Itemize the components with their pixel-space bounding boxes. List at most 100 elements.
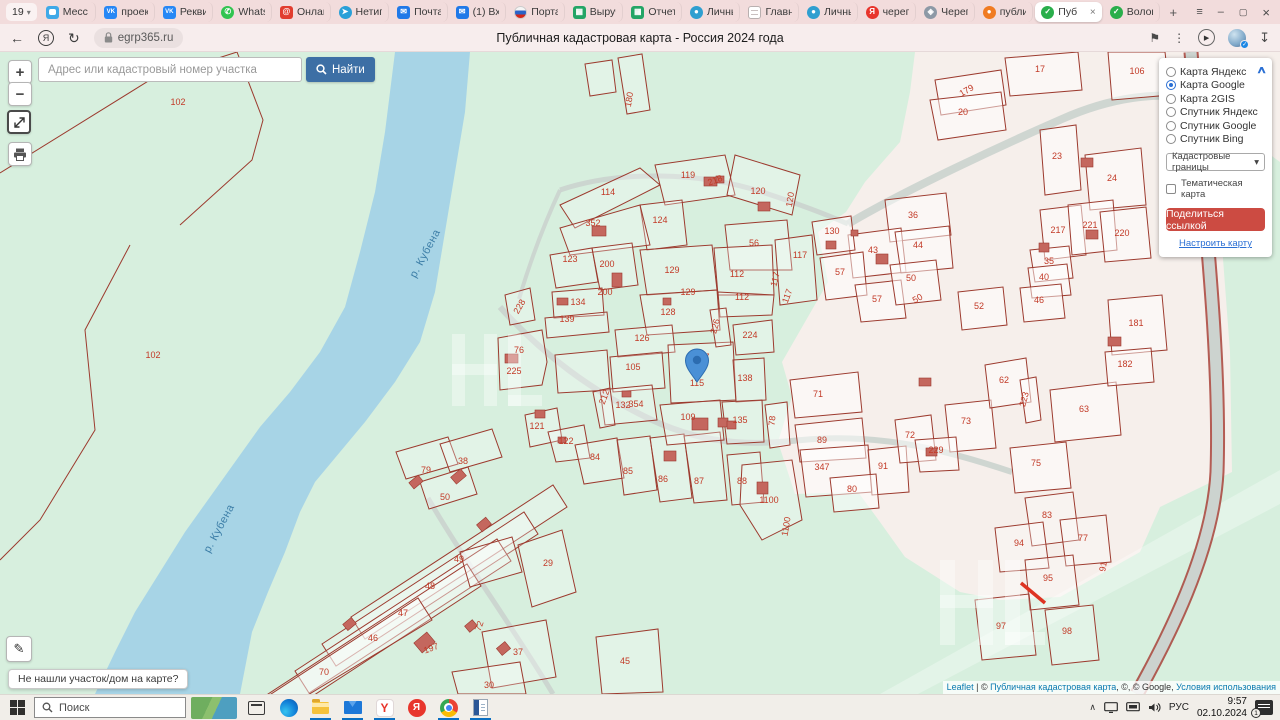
layer-option-1[interactable]: Карта Яндекс — [1166, 65, 1265, 79]
tab-9[interactable]: Порта — [508, 2, 565, 22]
layer-option-5[interactable]: Спутник Google — [1166, 119, 1265, 133]
yandex-icon: Я — [866, 6, 879, 19]
measure-tool-button[interactable] — [7, 110, 31, 134]
parcel-number-label: 130 — [824, 226, 839, 236]
tab-5[interactable]: @Онлай — [274, 2, 331, 22]
layer-option-3[interactable]: Карта 2GIS — [1166, 92, 1265, 106]
tab-11[interactable]: ▦Отчет — [625, 2, 682, 22]
tab-18[interactable]: ✓Пуб× — [1035, 2, 1101, 22]
messenger-icon — [46, 6, 59, 19]
parcel-number-label: 40 — [1039, 272, 1049, 282]
weather-widget[interactable] — [191, 697, 237, 719]
taskbar-item-edge[interactable] — [273, 695, 304, 720]
yandex-home-icon[interactable]: Я — [38, 30, 54, 46]
extensions-menu-icon[interactable]: ⋮ — [1173, 31, 1185, 45]
parcel-number-label: 91 — [878, 461, 888, 471]
parcel-number-label: 87 — [694, 476, 704, 486]
taskbar-search[interactable]: Поиск — [34, 697, 186, 718]
find-button[interactable]: Найти — [306, 57, 375, 82]
collapse-panel-icon[interactable]: ∧ — [1256, 65, 1267, 76]
parcel-number-label: 38 — [458, 456, 468, 466]
radio-icon[interactable] — [1166, 94, 1176, 104]
notification-center-icon[interactable]: 1 — [1255, 700, 1273, 715]
reload-icon[interactable]: ↻ — [68, 31, 80, 45]
print-button[interactable] — [8, 142, 32, 166]
minimize-icon[interactable]: – — [1218, 7, 1224, 18]
speaker-icon[interactable] — [1148, 702, 1161, 713]
configure-map-link[interactable]: Настроить карту — [1166, 238, 1265, 249]
leaflet-link[interactable]: Leaflet — [947, 682, 974, 692]
radio-icon[interactable] — [1166, 134, 1176, 144]
terms-link[interactable]: Условия использования — [1176, 682, 1276, 692]
search-placeholder: Адрес или кадастровый номер участка — [48, 64, 257, 76]
close-icon[interactable]: × — [1262, 6, 1270, 19]
draw-tool-button[interactable]: ✎ — [6, 636, 32, 662]
tab-close-icon[interactable]: × — [1088, 7, 1096, 18]
download-icon[interactable]: ↧ — [1259, 30, 1270, 46]
taskbar-item-word[interactable] — [465, 695, 496, 720]
tab-6[interactable]: ➤Нетип — [333, 2, 390, 22]
pkk-link[interactable]: Публичная кадастровая карта — [990, 682, 1116, 692]
tab-3[interactable]: VKРекви — [157, 2, 214, 22]
radio-icon[interactable] — [1166, 121, 1176, 131]
parcel-number-label: 224 — [742, 330, 757, 340]
tab-1[interactable]: Месс — [40, 2, 97, 22]
layer-option-4[interactable]: Спутник Яндекс — [1166, 106, 1265, 120]
tab-counter[interactable]: 19 ▾ — [6, 3, 37, 21]
tab-10[interactable]: ▦Выруч — [567, 2, 624, 22]
video-play-icon[interactable]: ▶ — [1198, 29, 1215, 46]
tab-15[interactable]: Ячереп — [860, 2, 917, 22]
tab-14[interactable]: ●Личны — [801, 2, 858, 22]
avatar[interactable]: ✓ — [1228, 29, 1246, 47]
tab-12[interactable]: ●Личны — [684, 2, 741, 22]
tab-16[interactable]: ◈Череп — [918, 2, 975, 22]
tab-2[interactable]: VKпроек — [98, 2, 155, 22]
parcel-number-label: 1100 — [759, 495, 778, 505]
taskbar-clock[interactable]: 9:57 02.10.2024 — [1197, 696, 1247, 720]
thematic-checkbox-row[interactable]: Тематическая карта — [1166, 178, 1265, 200]
parcel-number-label: 45 — [620, 656, 630, 666]
tab-4[interactable]: ✆Whats — [215, 2, 272, 22]
layers-panel: ∧ Карта ЯндексКарта GoogleКарта 2GISСпут… — [1159, 58, 1272, 257]
language-indicator[interactable]: РУС — [1169, 702, 1189, 713]
tab-7[interactable]: ✉Почта — [391, 2, 448, 22]
tab-19[interactable]: ✓Волог — [1104, 2, 1161, 22]
layer-option-6[interactable]: Спутник Bing — [1166, 133, 1265, 147]
share-link-button[interactable]: Поделиться ссылкой — [1166, 208, 1265, 231]
new-tab-button[interactable]: + — [1163, 5, 1183, 20]
radio-selected-icon[interactable] — [1166, 80, 1176, 90]
help-tooltip[interactable]: Не нашли участок/дом на карте? — [8, 669, 188, 689]
tab-8[interactable]: ✉(1) Вхо — [450, 2, 507, 22]
boundaries-select[interactable]: Кадастровые границы ▾ — [1166, 153, 1265, 171]
task-view-button[interactable] — [241, 695, 272, 720]
radio-icon[interactable] — [1166, 67, 1176, 77]
map-canvas[interactable]: 1021021141192181201201243525612320020012… — [0, 52, 1280, 694]
zoom-in-button[interactable]: + — [8, 60, 32, 84]
parcel-number-label: 84 — [590, 452, 600, 462]
display-icon[interactable] — [1104, 702, 1118, 713]
taskbar-item-explorer[interactable] — [305, 695, 336, 720]
tab-17[interactable]: ●публи — [977, 2, 1034, 22]
parcel-number-label: 109 — [680, 412, 695, 422]
taskbar-item-mail[interactable] — [337, 695, 368, 720]
network-icon[interactable] — [1126, 702, 1140, 713]
back-icon[interactable]: ← — [10, 31, 24, 45]
thematic-checkbox[interactable] — [1166, 184, 1176, 194]
taskbar-item-chrome[interactable] — [433, 695, 464, 720]
parcel-number-label: 85 — [623, 466, 633, 476]
taskbar-item-yandex-browser[interactable]: Y — [369, 695, 400, 720]
search-input[interactable]: Адрес или кадастровый номер участка — [38, 57, 302, 82]
tray-expand-icon[interactable]: ∧ — [1089, 702, 1096, 713]
tab-13[interactable]: Главн — [742, 2, 799, 22]
layer-option-2[interactable]: Карта Google — [1166, 79, 1265, 93]
start-button[interactable] — [2, 695, 32, 720]
restore-icon[interactable]: ▢ — [1239, 8, 1248, 17]
radio-icon[interactable] — [1166, 107, 1176, 117]
bookmark-flag-icon[interactable]: ⚑ — [1149, 31, 1160, 45]
url-chip[interactable]: egrp365.ru — [94, 28, 184, 48]
parcel-number-label: 114 — [601, 187, 615, 197]
parcel-number-label: 76 — [514, 345, 524, 355]
taskbar-item-yandex[interactable]: Я — [401, 695, 432, 720]
zoom-out-button[interactable]: − — [8, 82, 32, 106]
browser-menu-icon[interactable]: ≡ — [1196, 7, 1202, 18]
